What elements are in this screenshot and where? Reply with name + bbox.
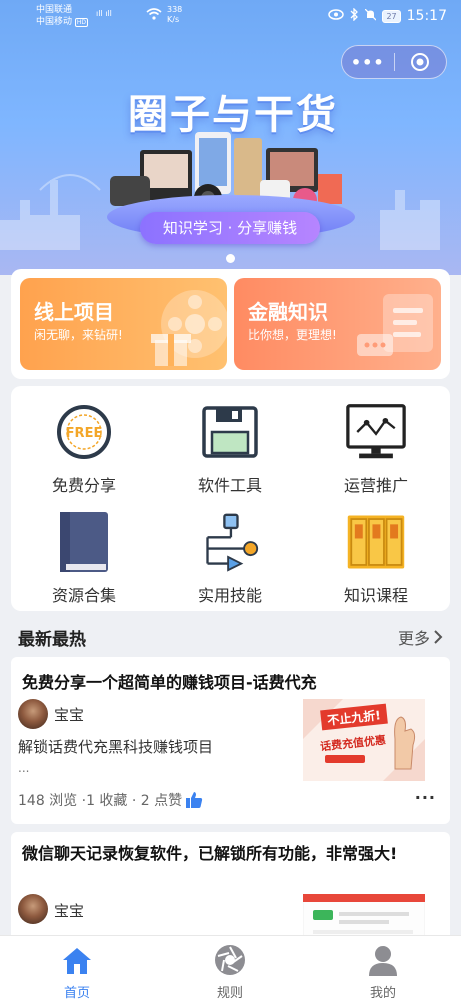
article-card[interactable]: 微信聊天记录恢复软件，已解锁所有功能，非常强大! 宝宝 (11, 832, 450, 952)
signal-icon: ıll ıll (96, 9, 112, 18)
film-reel-gift-icon (151, 290, 227, 366)
more-link[interactable]: 更多 (398, 625, 443, 649)
stats-text: 148 浏览 ·1 收藏 · 2 点赞 (18, 793, 183, 809)
section-title: 最新最热 (18, 630, 86, 650)
carrier-2: 中国移动 (36, 17, 73, 27)
carrier-info: 中国联通 中国移动 HD (36, 4, 89, 29)
category-knowledge-courses[interactable]: 知识课程 (303, 501, 449, 606)
tab-label: 我的 (369, 986, 396, 1000)
file-folders-icon (346, 511, 406, 573)
promo-subtitle: 比你想，更理想! (248, 328, 337, 342)
book-icon (54, 511, 114, 573)
category-software-tools[interactable]: 软件工具 (157, 391, 303, 496)
mute-bell-icon (364, 8, 377, 24)
banner-slogan: 知识学习 · 分享赚钱 (140, 212, 320, 244)
user-icon (323, 942, 443, 976)
article-title: 微信聊天记录恢复软件，已解锁所有功能，非常强大! (22, 844, 398, 863)
clock: 15:17 (406, 8, 447, 24)
promo-section: 线上项目 闲无聊，来钻研! 金融知识 比你想，更理想! (11, 269, 450, 379)
speed-value: 338 (167, 5, 183, 14)
wifi-icon (146, 8, 162, 24)
carrier-1: 中国联通 (36, 5, 73, 15)
category-label: 资源合集 (51, 586, 116, 605)
article-card[interactable]: 免费分享一个超简单的赚钱项目-话费代充 宝宝 不止九折! 话费充值优惠 解锁话费… (11, 657, 450, 824)
close-miniprogram-button[interactable] (395, 52, 447, 72)
miniprogram-capsule: ••• (341, 45, 447, 79)
eye-icon (328, 9, 345, 23)
aperture-icon (170, 942, 290, 976)
chevron-right-icon (434, 630, 443, 644)
category-label: 免费分享 (51, 476, 116, 495)
status-bar: 中国联通 中国移动 HD ıll ıll 338 K/s 27 15:17 (0, 0, 461, 34)
article-ellipsis: ... (18, 761, 30, 775)
flowchart-icon (200, 511, 260, 573)
article-description: 解锁话费代充黑科技赚钱项目 (18, 738, 214, 756)
speed-unit: K/s (167, 15, 180, 24)
author-name[interactable]: 宝宝 (54, 900, 84, 921)
more-menu-button[interactable]: ••• (342, 53, 394, 72)
floppy-disk-icon (200, 401, 260, 463)
category-label: 知识课程 (343, 586, 408, 605)
avatar[interactable] (18, 894, 48, 924)
tab-label: 规则 (216, 986, 243, 1000)
monitor-chart-icon (346, 401, 406, 463)
article-thumbnail: 不止九折! 话费充值优惠 (303, 699, 425, 781)
more-label: 更多 (397, 629, 430, 648)
target-circle-icon (411, 53, 430, 71)
category-label: 运营推广 (343, 476, 408, 495)
free-badge-icon: FREE (54, 401, 114, 463)
battery-level: 27 (382, 9, 401, 23)
category-practical-skills[interactable]: 实用技能 (157, 501, 303, 606)
banner[interactable]: 圈子与干货 知识学习 · 分享赚钱 (0, 0, 461, 275)
category-label: 实用技能 (197, 586, 262, 605)
carousel-dot[interactable] (226, 254, 235, 263)
net-speed: 338 K/s (167, 5, 182, 25)
document-chat-icon (357, 294, 433, 356)
thumbs-up-icon[interactable] (185, 791, 203, 809)
tab-rules[interactable]: 规则 (170, 942, 290, 1000)
category-operations-promotion[interactable]: 运营推广 (303, 391, 449, 496)
category-free-share[interactable]: FREE 免费分享 (11, 391, 157, 496)
tab-home[interactable]: 首页 (17, 942, 137, 1000)
free-badge-text: FREE (66, 426, 103, 441)
category-grid: FREE 免费分享 软件工具 运营推广 资源合集 实用技能 知识课程 (11, 386, 450, 611)
author-name[interactable]: 宝宝 (54, 704, 84, 725)
promo-card-online-projects[interactable]: 线上项目 闲无聊，来钻研! (20, 278, 227, 370)
bluetooth-icon (350, 7, 359, 24)
article-stats: 148 浏览 ·1 收藏 · 2 点赞 (18, 790, 203, 810)
promo-card-finance-knowledge[interactable]: 金融知识 比你想，更理想! (234, 278, 441, 370)
bottom-tab-bar: 首页 规则 我的 (0, 935, 461, 1000)
avatar[interactable] (18, 699, 48, 729)
tab-label: 首页 (63, 986, 90, 1000)
promo-title: 金融知识 (248, 300, 328, 324)
home-icon (17, 942, 137, 976)
more-options-button[interactable]: ··· (415, 788, 436, 807)
category-label: 软件工具 (197, 476, 262, 495)
article-title: 免费分享一个超简单的赚钱项目-话费代充 (22, 673, 317, 692)
promo-subtitle: 闲无聊，来钻研! (34, 328, 123, 342)
promo-title: 线上项目 (34, 300, 114, 324)
hd-badge: HD (74, 18, 89, 27)
category-resource-collection[interactable]: 资源合集 (11, 501, 157, 606)
tab-mine[interactable]: 我的 (323, 942, 443, 1000)
status-right: 27 15:17 (328, 7, 447, 24)
